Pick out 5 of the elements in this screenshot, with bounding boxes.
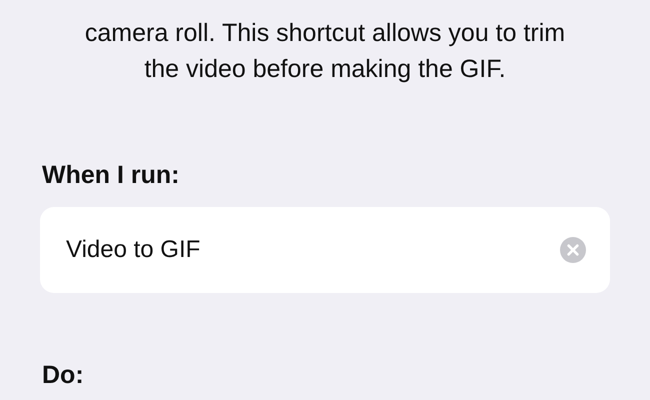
phrase-field[interactable]: Video to GIF bbox=[40, 207, 610, 293]
section-heading: Do: bbox=[42, 360, 85, 390]
description-text: camera roll. This shortcut allows you to trim the video before making the GIF. bbox=[84, 18, 566, 85]
section-heading: When I run: bbox=[42, 160, 180, 190]
clear-icon[interactable] bbox=[560, 237, 586, 263]
